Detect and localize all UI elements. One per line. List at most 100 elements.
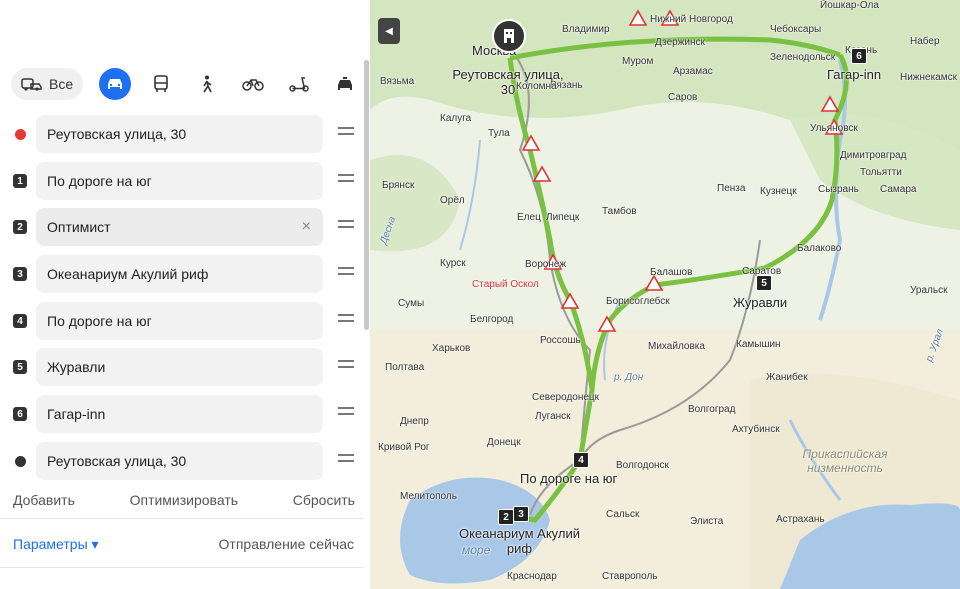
city-label: Балашов — [650, 267, 693, 278]
mode-all-button[interactable]: Все — [11, 68, 84, 100]
waypoint-6-pin[interactable]: 6 — [851, 48, 867, 64]
bike-icon — [242, 79, 264, 91]
route-point-field[interactable]: Журавли — [36, 348, 323, 386]
waypoint-3-pin[interactable]: 3 — [513, 506, 529, 522]
city-label: Пенза — [717, 183, 746, 194]
city-label: Саров — [668, 92, 698, 103]
city-label: Тамбов — [602, 206, 637, 217]
city-label: Волгодонск — [616, 460, 669, 471]
start-dot-icon — [15, 129, 26, 140]
waypoint-marker: 4 — [13, 314, 27, 328]
route-point-field[interactable]: Реутовская улица, 30 — [36, 115, 323, 153]
city-label: Сызрань — [818, 184, 859, 195]
city-label: Уральск — [910, 285, 948, 296]
city-label: Краснодар — [507, 571, 557, 582]
city-label: Чебоксары — [770, 24, 822, 35]
route-point-3: 3 Океанариум Акулий риф — [0, 255, 370, 293]
city-label: Ульяновск — [810, 123, 858, 134]
city-label: Нижнекамск — [900, 72, 957, 83]
mode-all-label: Все — [49, 76, 74, 92]
city-label: Кривой Рог — [378, 442, 430, 453]
waypoint-2-pin[interactable]: 2 — [498, 509, 514, 525]
okeanarium-label: Океанариум Акулий риф — [458, 526, 581, 556]
mode-scooter-button[interactable] — [283, 68, 315, 100]
city-label: Муром — [622, 56, 654, 67]
city-label: Кузнецк — [760, 186, 797, 197]
city-label: Воронеж — [525, 259, 567, 270]
optimize-button[interactable]: Оптимизировать — [130, 492, 238, 508]
drag-handle-icon[interactable] — [338, 360, 354, 374]
divider — [0, 518, 364, 519]
all-modes-icon — [21, 78, 42, 91]
waypoint-marker: 6 — [13, 407, 27, 421]
city-label: Елец — [517, 212, 541, 223]
bus-icon — [154, 75, 168, 92]
route-panel: Все Реутовская улица, 30 1 По дороге на … — [0, 0, 370, 589]
drag-handle-icon[interactable] — [338, 174, 354, 188]
route-point-start: Реутовская улица, 30 — [0, 115, 370, 153]
city-label: Владимир — [562, 24, 610, 35]
city-label: Зеленодольск — [770, 52, 836, 63]
mode-taxi-button[interactable] — [329, 68, 361, 100]
map[interactable]: Москва Владимир Нижний Новгород Дзержинс… — [370, 0, 960, 589]
city-label: Днепр — [400, 416, 429, 427]
depart-time-button[interactable]: Отправление сейчас — [219, 536, 354, 552]
city-label: Орёл — [440, 195, 465, 206]
city-label: Северодонецк — [532, 392, 600, 403]
mode-car-button[interactable] — [99, 68, 132, 100]
drag-handle-icon[interactable] — [338, 127, 354, 141]
route-point-field[interactable]: Реутовская улица, 30 — [36, 442, 323, 480]
city-label: Волгоград — [688, 404, 736, 415]
city-label: Астрахань — [776, 514, 825, 525]
collapse-panel-button[interactable]: ◀ — [378, 18, 400, 44]
city-label: Вязьма — [380, 76, 415, 87]
route-point-field[interactable]: Океанариум Акулий риф — [36, 255, 323, 293]
river-label: р. Дон — [614, 372, 644, 383]
clear-icon[interactable]: × — [302, 208, 311, 246]
city-label: Жанибек — [766, 372, 808, 383]
route-point-field[interactable]: По дороге на юг — [36, 302, 323, 340]
scrollbar[interactable] — [364, 60, 369, 330]
city-label: Самара — [880, 184, 917, 195]
add-button[interactable]: Добавить — [13, 492, 75, 508]
waypoint-4-pin[interactable]: 4 — [573, 452, 589, 468]
city-label: Брянск — [382, 180, 415, 191]
city-label: Сальск — [606, 509, 640, 520]
waypoint-marker: 2 — [13, 220, 27, 234]
waypoint-5-pin[interactable]: 5 — [756, 275, 772, 291]
city-label: Полтава — [385, 362, 425, 373]
route-point-field[interactable]: По дороге на юг — [36, 162, 323, 200]
scooter-icon — [289, 77, 309, 92]
drag-handle-icon[interactable] — [338, 454, 354, 468]
zhuravli-label: Журавли — [733, 295, 788, 310]
gagar-label: Гагар-inn — [827, 67, 882, 82]
city-label: Камышин — [736, 339, 781, 350]
mode-bus-button[interactable] — [145, 68, 177, 100]
city-label: Арзамас — [673, 66, 713, 77]
city-label: Йошкар-Ола — [820, 0, 879, 11]
city-label: Тольятти — [860, 167, 902, 178]
drag-handle-icon[interactable] — [338, 407, 354, 421]
drag-handle-icon[interactable] — [338, 314, 354, 328]
params-dropdown[interactable]: Параметры ▾ — [13, 536, 99, 553]
route-point-field[interactable]: Гагар-inn — [36, 395, 323, 433]
city-label: Набер — [910, 36, 940, 47]
city-label: Курск — [440, 258, 466, 269]
city-label: Ахтубинск — [732, 424, 780, 435]
city-label: Харьков — [432, 343, 471, 354]
mode-walk-button[interactable] — [191, 68, 223, 100]
waypoint-marker: 5 — [13, 360, 27, 374]
mode-bike-button[interactable] — [237, 68, 269, 100]
drag-handle-icon[interactable] — [338, 220, 354, 234]
route-point-field[interactable]: Оптимист × — [36, 208, 323, 246]
start-pin-icon[interactable] — [492, 19, 526, 53]
reset-button[interactable]: Сбросить — [293, 492, 355, 508]
car-icon — [108, 79, 123, 89]
drag-handle-icon[interactable] — [338, 267, 354, 281]
route-point-end: Реутовская улица, 30 — [0, 442, 370, 480]
city-label: Донецк — [487, 437, 521, 448]
city-label: Калуга — [440, 113, 472, 124]
city-label: Россошь — [540, 335, 581, 346]
building-icon — [504, 29, 514, 43]
route-point-5: 5 Журавли — [0, 348, 370, 386]
